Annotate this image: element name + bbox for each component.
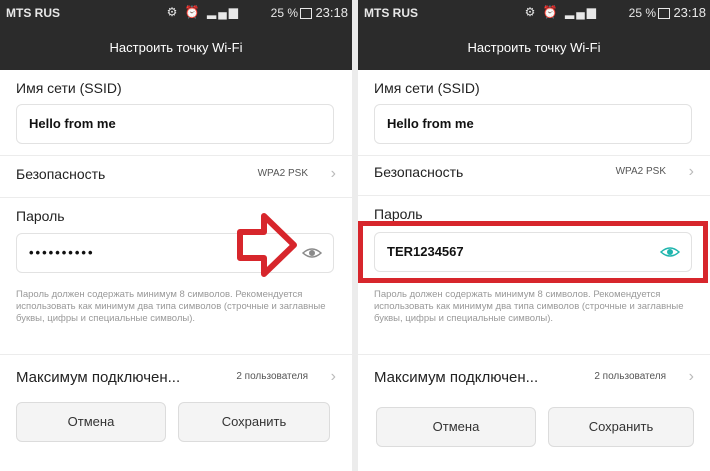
security-label: Безопасность (16, 166, 106, 182)
max-connections-label: Максимум подключен... (374, 369, 539, 386)
ssid-label: Имя сети (SSID) (16, 80, 122, 96)
left-screen: MTS RUS ⚙ ⏰ ▂▄▆ 25 % 23:18 Настроить точ… (0, 0, 352, 471)
cancel-button[interactable]: Отмена (16, 402, 166, 442)
status-bar: MTS RUS ⚙ ⏰ ▂▄▆ 25 % 23:18 (0, 0, 352, 26)
chevron-right-icon: › (688, 368, 694, 385)
ssid-value: Hello from me (29, 116, 116, 131)
ssid-field[interactable]: Hello from me (16, 104, 334, 144)
ssid-label: Имя сети (SSID) (374, 80, 480, 96)
save-button[interactable]: Сохранить (548, 407, 694, 447)
page-title: Настроить точку Wi-Fi (0, 26, 352, 70)
carrier-label: MTS RUS (364, 6, 418, 20)
divider (358, 195, 710, 196)
max-connections-row[interactable]: Максимум подключен... 2 пользователя › (16, 368, 336, 389)
divider (0, 197, 352, 198)
divider (358, 155, 710, 156)
max-connections-value: 2 пользователя (236, 371, 308, 382)
battery-level: 25 % (628, 6, 656, 20)
password-hint: Пароль должен содержать минимум 8 символ… (16, 289, 326, 324)
arrow-right-icon (237, 213, 297, 277)
divider (358, 354, 710, 355)
security-label: Безопасность (374, 164, 464, 180)
password-value: •••••••••• (29, 245, 95, 260)
chevron-right-icon: › (330, 165, 336, 182)
save-button[interactable]: Сохранить (178, 402, 330, 442)
clock: 23:18 (315, 5, 348, 20)
security-row[interactable]: Безопасность WPA2 PSK › (16, 165, 336, 186)
chevron-right-icon: › (688, 163, 694, 180)
chevron-right-icon: › (330, 368, 336, 385)
divider (0, 155, 352, 156)
cancel-button[interactable]: Отмена (376, 407, 536, 447)
highlight-frame (358, 221, 708, 283)
battery-icon (658, 8, 670, 19)
max-connections-row[interactable]: Максимум подключен... 2 пользователя › (374, 368, 694, 389)
password-hint: Пароль должен содержать минимум 8 символ… (374, 289, 684, 324)
battery-icon (300, 8, 312, 19)
divider (0, 354, 352, 355)
eye-icon[interactable] (301, 243, 323, 263)
battery-level: 25 % (270, 6, 298, 20)
page-title: Настроить точку Wi-Fi (358, 26, 710, 70)
security-value: WPA2 PSK (615, 166, 666, 177)
max-connections-label: Максимум подключен... (16, 369, 181, 386)
status-bar: MTS RUS ⚙ ⏰ ▂▄▆ 25 % 23:18 (358, 0, 710, 26)
clock: 23:18 (673, 5, 706, 20)
status-icons: ⚙ ⏰ ▂▄▆ (166, 5, 240, 19)
password-label: Пароль (374, 206, 423, 222)
carrier-label: MTS RUS (6, 6, 60, 20)
right-screen: MTS RUS ⚙ ⏰ ▂▄▆ 25 % 23:18 Настроить точ… (358, 0, 710, 471)
password-label: Пароль (16, 208, 65, 224)
status-icons: ⚙ ⏰ ▂▄▆ (524, 5, 598, 19)
security-value: WPA2 PSK (257, 168, 308, 179)
ssid-field[interactable]: Hello from me (374, 104, 692, 144)
ssid-value: Hello from me (387, 116, 474, 131)
security-row[interactable]: Безопасность WPA2 PSK › (374, 163, 694, 184)
max-connections-value: 2 пользователя (594, 371, 666, 382)
